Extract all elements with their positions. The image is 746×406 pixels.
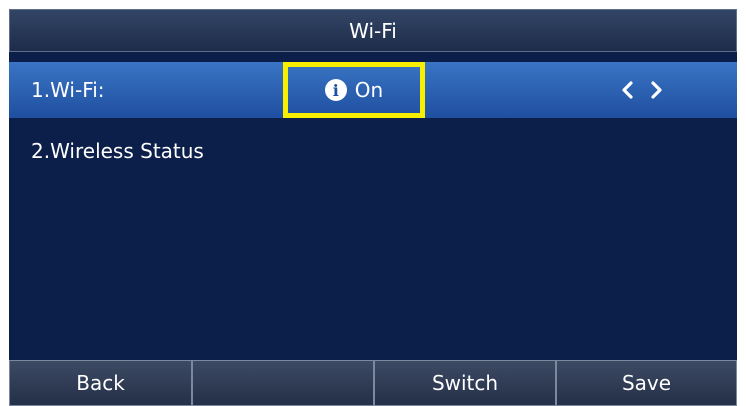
value-switch-arrows: [621, 62, 663, 118]
screen-title-bar: Wi-Fi: [9, 9, 737, 52]
chevron-right-icon[interactable]: [651, 81, 663, 99]
info-icon: i: [324, 79, 347, 101]
empty-softkey[interactable]: [192, 360, 374, 406]
menu-item-label: 1.Wi-Fi:: [31, 78, 105, 102]
save-button[interactable]: Save: [556, 360, 737, 406]
switch-button[interactable]: Switch: [374, 360, 556, 406]
screen-title: Wi-Fi: [349, 18, 397, 43]
wifi-value-highlight[interactable]: i On: [283, 62, 425, 118]
wifi-value: On: [354, 78, 384, 102]
menu-item-wifi[interactable]: 1.Wi-Fi: i On: [9, 62, 737, 118]
phone-screen: Wi-Fi 1.Wi-Fi: i On 2.Wireless Status Ba…: [9, 9, 737, 406]
back-button[interactable]: Back: [9, 360, 192, 406]
menu-item-wireless-status[interactable]: 2.Wireless Status: [9, 123, 737, 179]
softkey-bar: Back Switch Save: [9, 360, 737, 406]
chevron-left-icon[interactable]: [621, 81, 633, 99]
menu-item-label: 2.Wireless Status: [31, 139, 204, 163]
